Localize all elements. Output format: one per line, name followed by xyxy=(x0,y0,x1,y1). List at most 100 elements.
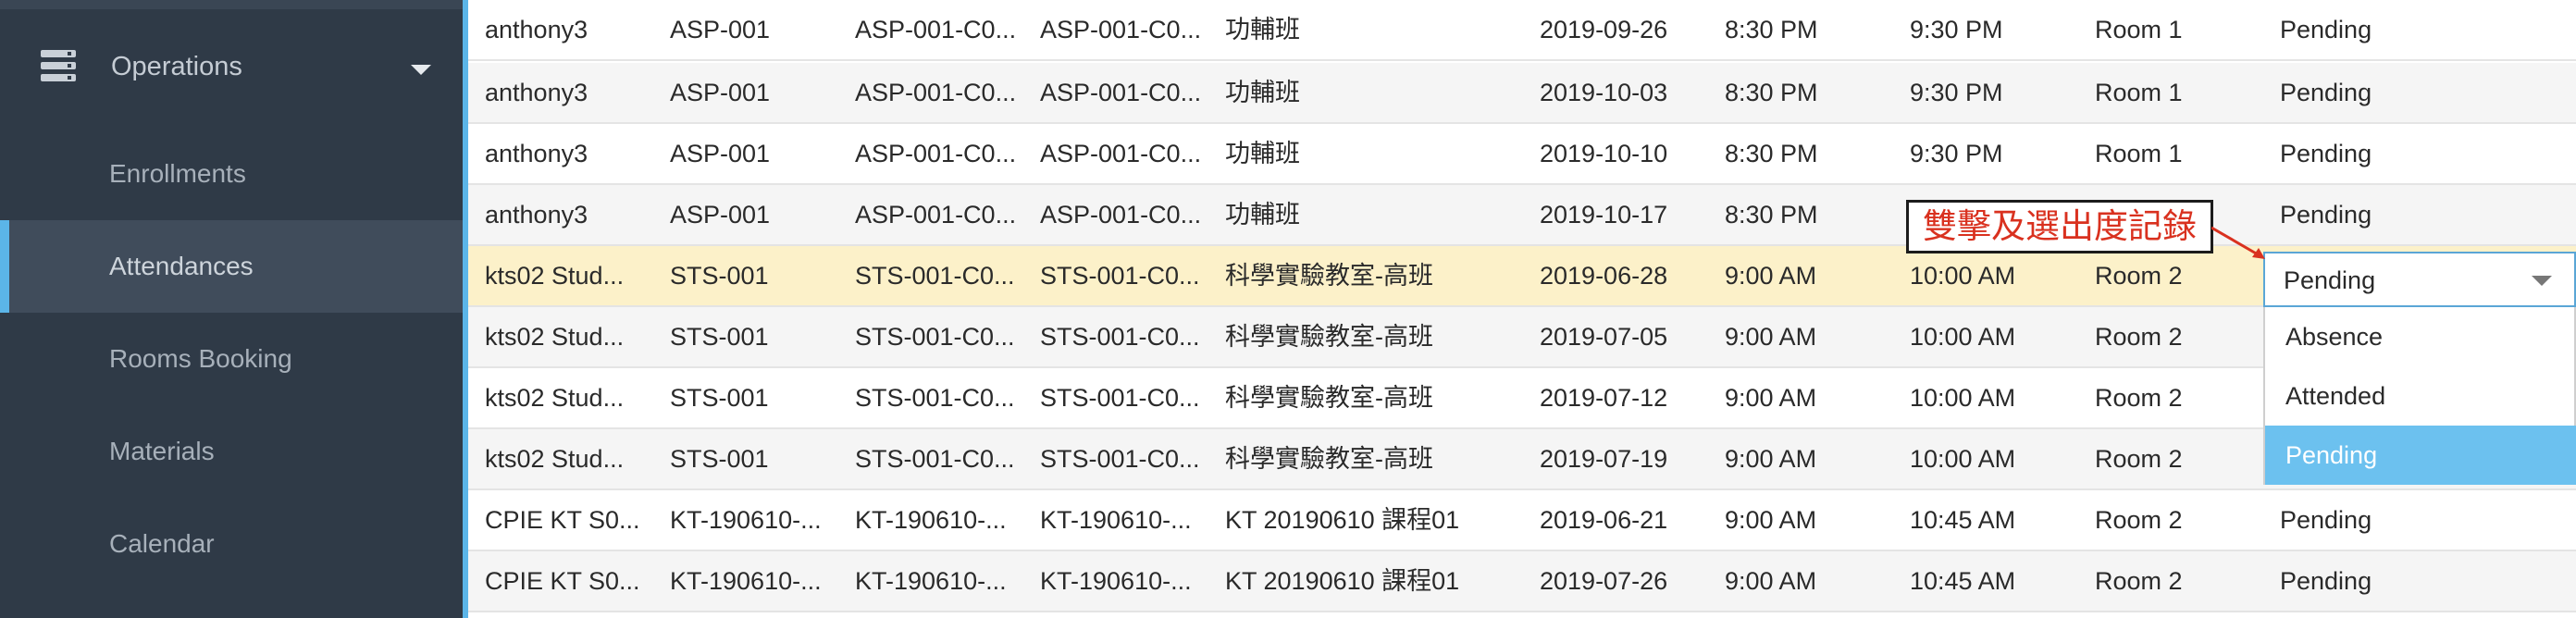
class-cell: ASP-001-C0... xyxy=(1040,79,1202,106)
room-cell: Room 1 xyxy=(2095,79,2183,106)
course-cell: ASP-001-C0... xyxy=(855,79,1017,106)
course-cell: STS-001-C0... xyxy=(855,384,1015,412)
annotation-text: 雙擊及選出度記錄 xyxy=(1923,207,2197,245)
student-cell: kts02 Stud... xyxy=(485,445,625,473)
course-cell: STS-001-C0... xyxy=(855,262,1015,290)
date-cell: 2019-10-03 xyxy=(1540,79,1668,106)
end-time-cell: 9:30 PM xyxy=(1910,140,2003,167)
sidebar-item-calendar[interactable]: Calendar xyxy=(0,498,463,590)
end-time-cell: 10:45 AM xyxy=(1910,567,2016,595)
status-option-absence[interactable]: Absence xyxy=(2265,307,2576,366)
status-select[interactable]: Pending xyxy=(2263,252,2576,307)
course-cell: KT-190610-... xyxy=(855,567,1007,595)
start-time-cell: 9:00 AM xyxy=(1725,445,1817,473)
annotation-arrow-icon xyxy=(2211,226,2265,259)
end-time-cell: 9:30 PM xyxy=(1910,16,2003,43)
status-select-value: Pending xyxy=(2284,266,2376,294)
table-row[interactable]: kts02 Stud... STS-001 STS-001-C0... STS-001… xyxy=(468,368,2576,429)
sidebar-item-label: Materials xyxy=(109,437,215,465)
program-cell: KT-190610-... xyxy=(670,567,822,595)
sidebar-item-materials[interactable]: Materials xyxy=(0,405,463,498)
table-row[interactable]: kts02 Stud... STS-001 STS-001-C0... STS-001… xyxy=(468,429,2576,490)
table-row[interactable]: anthony3 ASP-001 ASP-001-C0... ASP-001-C0..… xyxy=(468,63,2576,124)
start-time-cell: 8:30 PM xyxy=(1725,79,1818,106)
program-cell: ASP-001 xyxy=(670,16,771,43)
program-cell: KT-190610-... xyxy=(670,506,822,534)
status-option-pending[interactable]: Pending xyxy=(2265,426,2576,485)
sidebar-item-label: Enrollments xyxy=(109,159,246,188)
date-cell: 2019-09-26 xyxy=(1540,16,1668,43)
class-name-cell: 科學實驗教室-高班 xyxy=(1225,384,1433,412)
end-time-cell: 10:00 AM xyxy=(1910,262,2016,290)
student-cell: anthony3 xyxy=(485,201,588,229)
class-name-cell: 功輔班 xyxy=(1225,16,1300,43)
annotation-callout: 雙擊及選出度記錄 xyxy=(1906,200,2213,253)
end-time-cell: 10:00 AM xyxy=(1910,384,2016,412)
student-cell: anthony3 xyxy=(485,16,588,43)
end-time-cell: 10:00 AM xyxy=(1910,323,2016,351)
start-time-cell: 8:30 PM xyxy=(1725,140,1818,167)
class-name-cell: 科學實驗教室-高班 xyxy=(1225,262,1433,290)
student-cell: CPIE KT S0... xyxy=(485,567,640,595)
date-cell: 2019-06-28 xyxy=(1540,262,1668,290)
start-time-cell: 9:00 AM xyxy=(1725,323,1817,351)
sidebar-item-attendances[interactable]: Attendances xyxy=(0,220,463,313)
status-cell: Pending xyxy=(2280,79,2372,106)
room-cell: Room 2 xyxy=(2095,323,2183,351)
date-cell: 2019-07-19 xyxy=(1540,445,1668,473)
room-cell: Room 1 xyxy=(2095,16,2183,43)
program-cell: STS-001 xyxy=(670,323,769,351)
class-name-cell: 功輔班 xyxy=(1225,140,1300,167)
sidebar: Operations Enrollments Attendances Rooms… xyxy=(0,0,468,618)
start-time-cell: 9:00 AM xyxy=(1725,384,1817,412)
start-time-cell: 9:00 AM xyxy=(1725,567,1817,595)
start-time-cell: 9:00 AM xyxy=(1725,262,1817,290)
status-cell: Pending xyxy=(2280,506,2372,534)
course-cell: ASP-001-C0... xyxy=(855,16,1017,43)
course-cell: STS-001-C0... xyxy=(855,445,1015,473)
sidebar-section-operations[interactable]: Operations xyxy=(0,28,463,107)
class-name-cell: 科學實驗教室-高班 xyxy=(1225,445,1433,473)
date-cell: 2019-07-26 xyxy=(1540,567,1668,595)
status-cell: Pending xyxy=(2280,16,2372,43)
end-time-cell: 9:30 PM xyxy=(1910,79,2003,106)
class-cell: KT-190610-... xyxy=(1040,567,1192,595)
table-row[interactable]: kts02 Stud... STS-001 STS-001-C0... STS-001… xyxy=(468,307,2576,368)
program-cell: ASP-001 xyxy=(670,201,771,229)
table-row[interactable]: CPIE KT S0... KT-190610-... KT-190610-... K… xyxy=(468,490,2576,551)
date-cell: 2019-10-10 xyxy=(1540,140,1668,167)
status-cell: Pending xyxy=(2280,201,2372,229)
program-cell: STS-001 xyxy=(670,384,769,412)
sidebar-item-label: Rooms Booking xyxy=(109,344,292,373)
start-time-cell: 9:00 AM xyxy=(1725,506,1817,534)
room-cell: Room 2 xyxy=(2095,445,2183,473)
status-options-list: Absence Attended Pending xyxy=(2263,307,2576,485)
chevron-down-icon xyxy=(2532,276,2552,286)
status-option-attended[interactable]: Attended xyxy=(2265,366,2576,426)
room-cell: Room 1 xyxy=(2095,140,2183,167)
sidebar-item-enrollments[interactable]: Enrollments xyxy=(0,128,463,220)
sidebar-item-label: Attendances xyxy=(109,252,254,280)
start-time-cell: 8:30 PM xyxy=(1725,201,1818,229)
end-time-cell: 10:45 AM xyxy=(1910,506,2016,534)
status-cell: Pending xyxy=(2280,567,2372,595)
student-cell: kts02 Stud... xyxy=(485,323,625,351)
class-cell: ASP-001-C0... xyxy=(1040,201,1202,229)
class-cell: STS-001-C0... xyxy=(1040,323,1200,351)
date-cell: 2019-06-21 xyxy=(1540,506,1668,534)
class-name-cell: 功輔班 xyxy=(1225,79,1300,106)
sidebar-section-label: Operations xyxy=(111,52,242,81)
table-row[interactable]: anthony3 ASP-001 ASP-001-C0... ASP-001-C0..… xyxy=(468,124,2576,185)
sidebar-item-rooms-booking[interactable]: Rooms Booking xyxy=(0,313,463,405)
table-row[interactable]: anthony3 ASP-001 ASP-001-C0... ASP-001-C0..… xyxy=(468,0,2576,61)
class-cell: STS-001-C0... xyxy=(1040,384,1200,412)
room-cell: Room 2 xyxy=(2095,506,2183,534)
student-cell: anthony3 xyxy=(485,140,588,167)
table-row[interactable]: CPIE KT S0... KT-190610-... KT-190610-... K… xyxy=(468,551,2576,612)
student-cell: anthony3 xyxy=(485,79,588,106)
class-cell: STS-001-C0... xyxy=(1040,262,1200,290)
class-cell: ASP-001-C0... xyxy=(1040,16,1202,43)
program-cell: ASP-001 xyxy=(670,79,771,106)
sidebar-top-divider xyxy=(0,0,463,9)
class-name-cell: 科學實驗教室-高班 xyxy=(1225,323,1433,351)
